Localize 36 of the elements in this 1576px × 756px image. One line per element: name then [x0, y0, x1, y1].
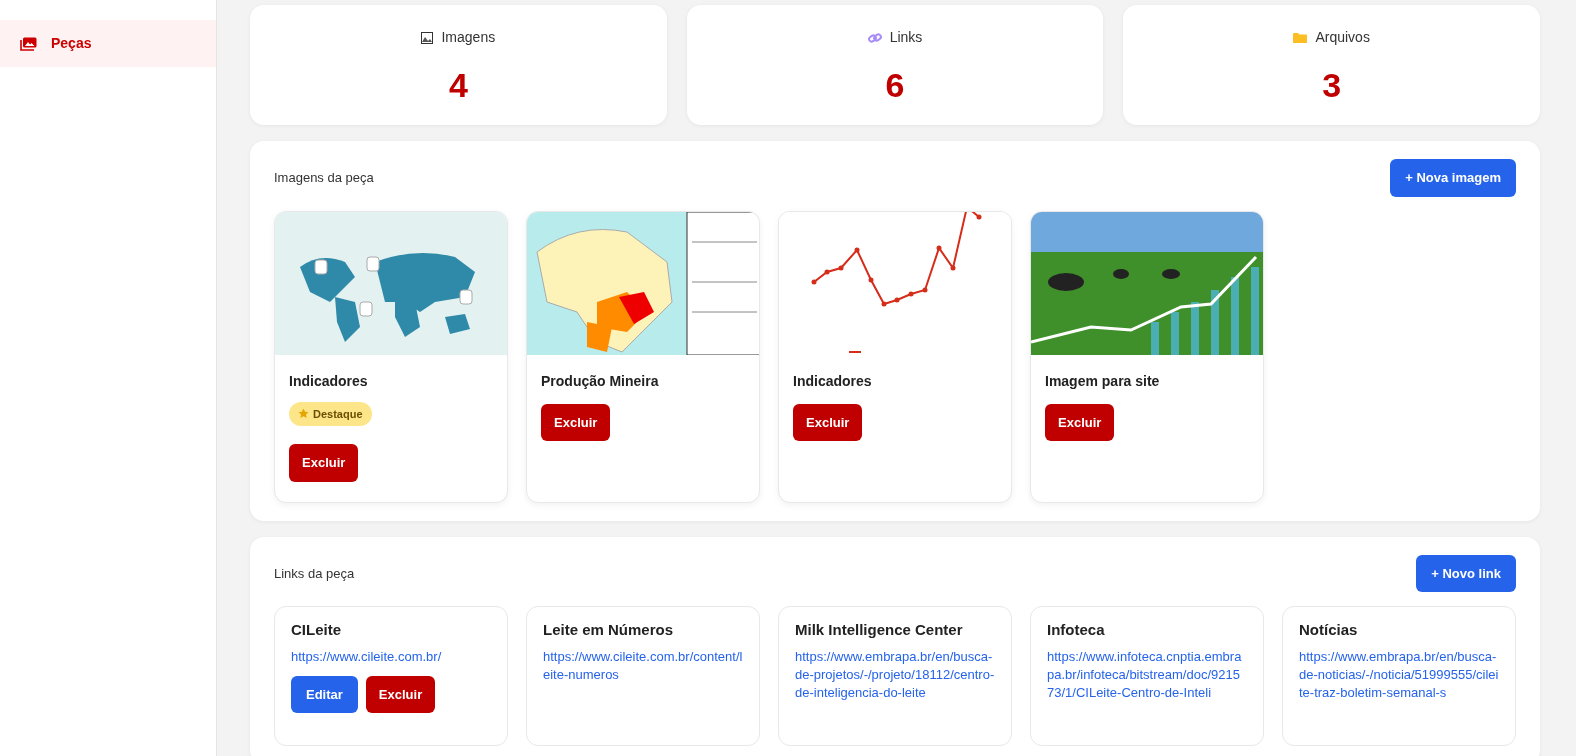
link-title: Milk Intelligence Center — [795, 620, 963, 640]
delete-button[interactable]: Excluir — [541, 403, 611, 441]
section-title: Links da peça — [274, 564, 355, 583]
link-url[interactable]: https://www.infoteca.cnptia.embrapa.br/infoteca/bitstream/doc/921573/1/CILeite-Centro-de-Inteli — [1047, 647, 1247, 703]
stat-value: 4 — [448, 65, 468, 106]
link-url[interactable]: https://www.cileite.com.br/ — [291, 647, 491, 666]
link-url[interactable]: https://www.embrapa.br/en/busca-de-projetos/-/projeto/18112/centro-de-inteligencia-do-leite — [795, 647, 995, 703]
image-title: Indicadores — [289, 371, 368, 391]
featured-badge: Destaque — [289, 401, 372, 426]
stat-value: 3 — [1322, 65, 1342, 106]
sidebar-item[interactable]: Peças — [0, 20, 216, 67]
images-icon — [20, 36, 37, 51]
delete-button[interactable]: Excluir — [289, 444, 359, 482]
folder-icon — [1293, 31, 1308, 44]
add-link-button[interactable]: + Novo link — [1416, 554, 1516, 592]
stat-label: Arquivos — [1315, 28, 1370, 47]
image-title: Indicadores — [793, 371, 872, 391]
link-url[interactable]: https://www.cileite.com.br/content/leite-numeros — [543, 647, 743, 684]
image-title: Produção Mineira — [541, 371, 659, 391]
delete-button[interactable]: Excluir — [365, 675, 436, 714]
link-title: CILeite — [291, 620, 341, 640]
stat-label: Imagens — [441, 28, 496, 47]
stat-value: 6 — [885, 65, 905, 106]
add-image-button[interactable]: + Nova imagem — [1390, 159, 1516, 197]
edit-button[interactable]: Editar — [291, 675, 358, 714]
link-title: Notícias — [1299, 620, 1358, 640]
link-title: Leite em Números — [543, 620, 674, 640]
link-url[interactable]: https://www.embrapa.br/en/busca-de-noticias/-/noticia/51999555/cileite-traz-boletim-semanal-s — [1299, 647, 1499, 703]
picture-icon — [421, 31, 434, 44]
delete-button[interactable]: Excluir — [793, 403, 863, 441]
stat-label: Links — [889, 28, 923, 47]
image-title: Imagem para site — [1045, 371, 1160, 391]
delete-button[interactable]: Excluir — [1045, 403, 1115, 441]
section-title: Imagens da peça — [274, 169, 374, 187]
link-icon — [867, 31, 882, 44]
link-title: Infoteca — [1047, 620, 1105, 640]
